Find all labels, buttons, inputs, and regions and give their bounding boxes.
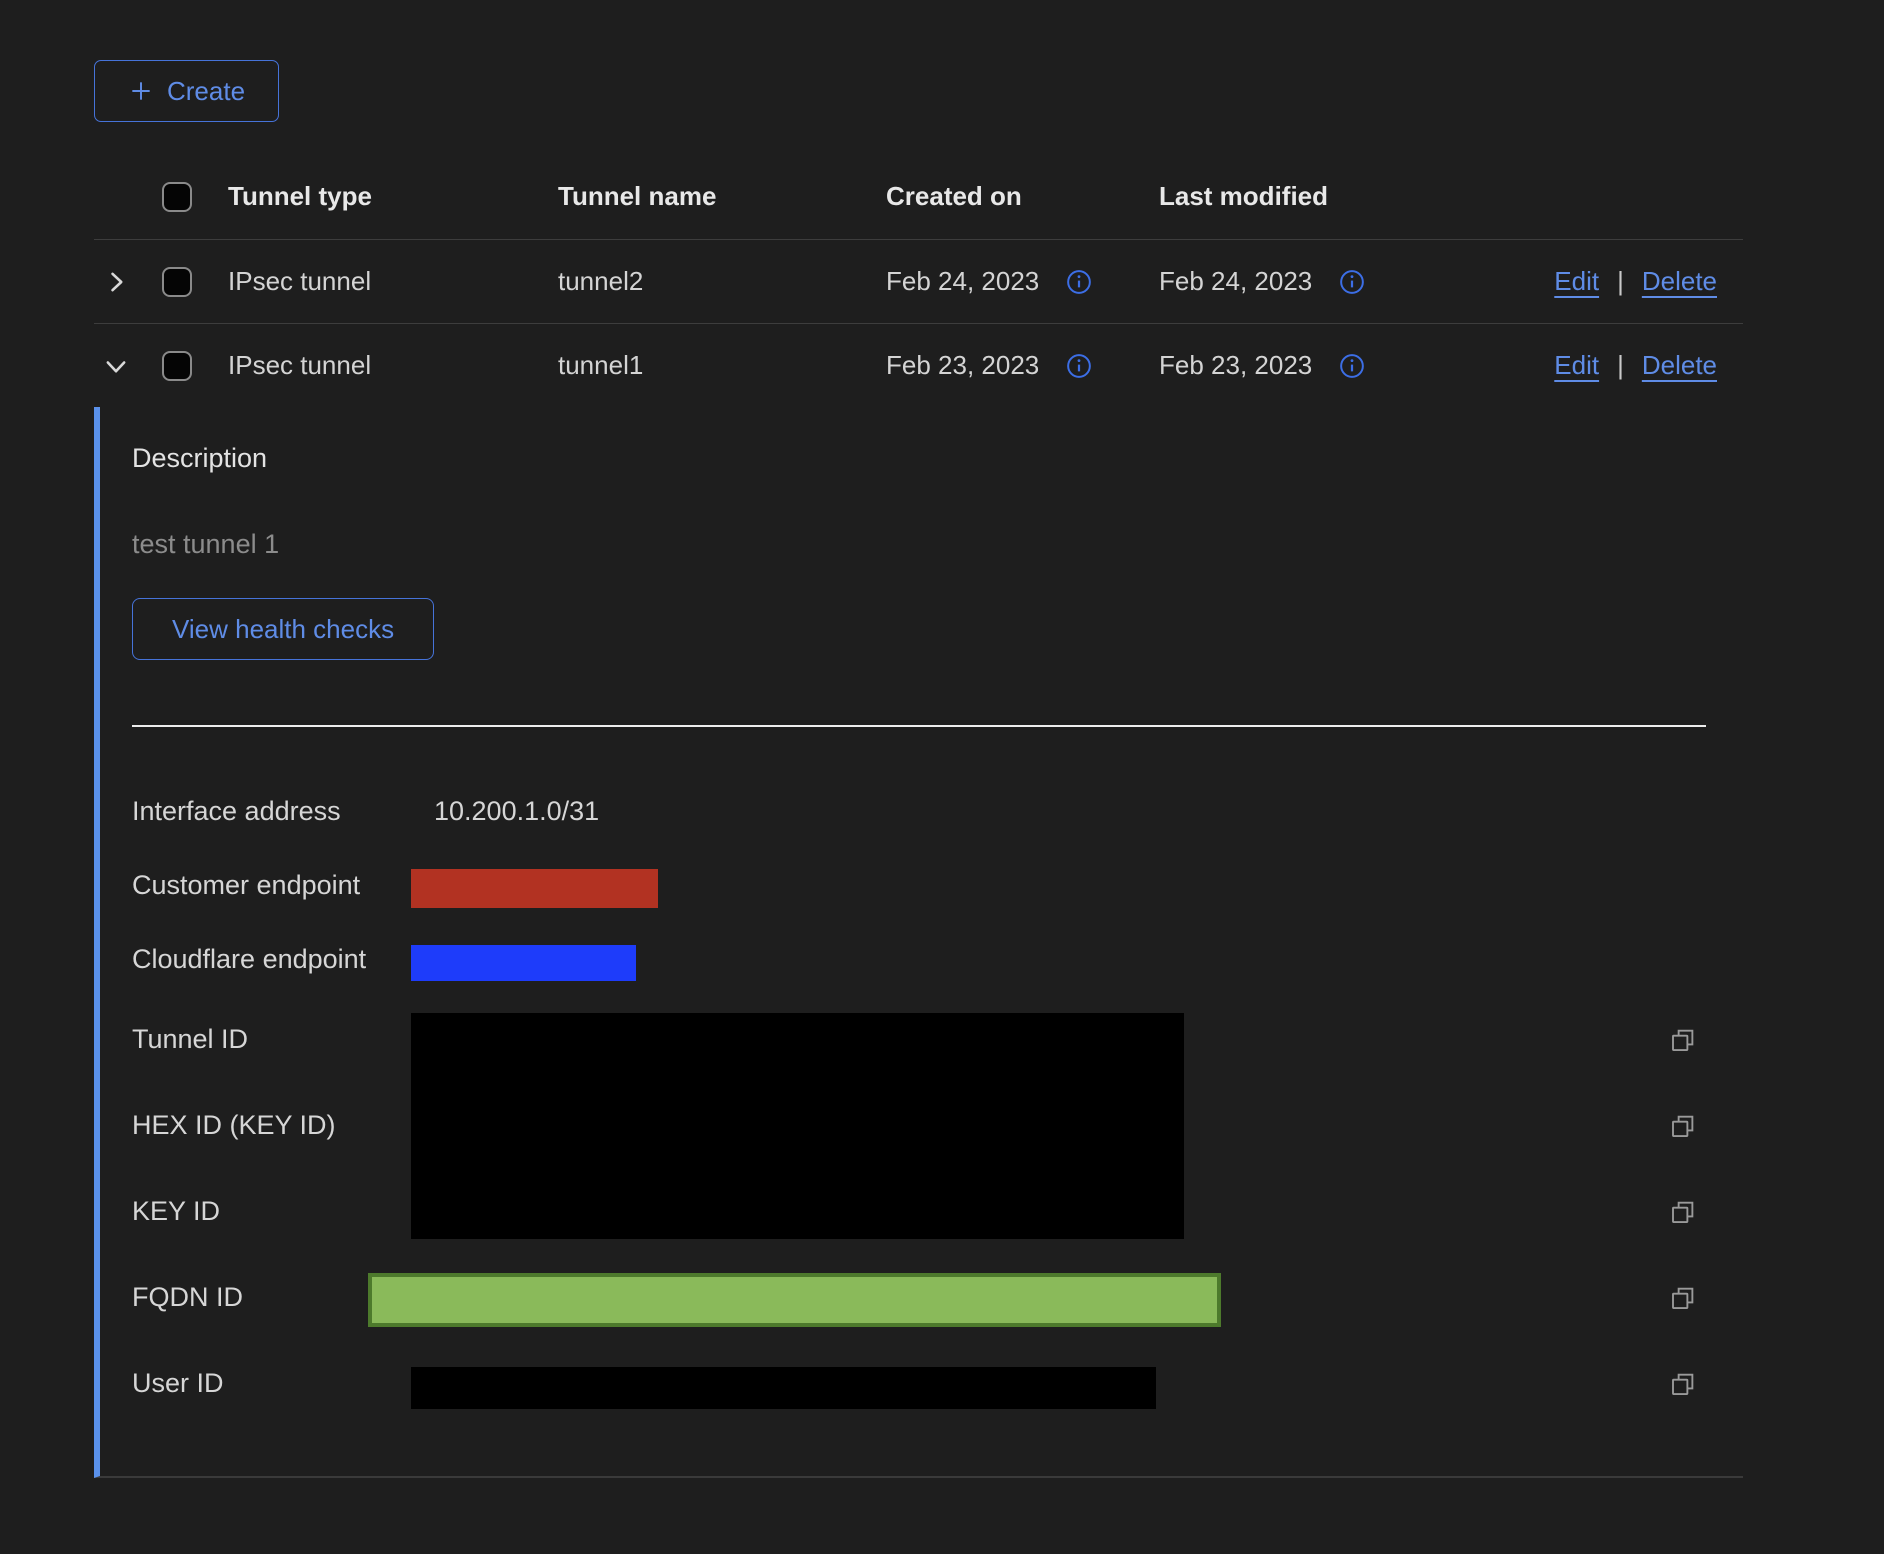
tunnel-detail-panel: Description test tunnel 1 View health ch…	[94, 407, 1743, 1478]
user-id-redacted-value	[411, 1367, 1156, 1409]
delete-link[interactable]: Delete	[1642, 266, 1717, 297]
delete-link[interactable]: Delete	[1642, 350, 1717, 381]
action-separator: |	[1617, 350, 1624, 381]
tunnel-type-cell: IPsec tunnel	[228, 266, 558, 297]
created-on-value: Feb 24, 2023	[886, 266, 1039, 297]
tunnel-name-cell: tunnel2	[558, 266, 886, 297]
table-row-tunnel2: IPsec tunnel tunnel2 Feb 24, 2023 Feb 24…	[94, 240, 1743, 324]
cloudflare-endpoint-label: Cloudflare endpoint	[132, 944, 366, 975]
last-modified-value: Feb 24, 2023	[1159, 266, 1312, 297]
create-button[interactable]: Create	[94, 60, 279, 122]
column-header-last-modified: Last modified	[1159, 181, 1540, 212]
plus-icon	[128, 78, 154, 104]
edit-link[interactable]: Edit	[1554, 350, 1599, 381]
customer-endpoint-redacted-value	[411, 869, 658, 908]
hex-id-label: HEX ID (KEY ID)	[132, 1110, 336, 1141]
copy-icon[interactable]	[1668, 1025, 1698, 1055]
column-header-tunnel-type: Tunnel type	[228, 181, 558, 212]
column-header-created-on: Created on	[886, 181, 1159, 212]
select-all-checkbox[interactable]	[162, 182, 192, 212]
info-icon[interactable]	[1338, 352, 1366, 380]
table-row-tunnel1: IPsec tunnel tunnel1 Feb 23, 2023 Feb 23…	[94, 324, 1743, 407]
customer-endpoint-label: Customer endpoint	[132, 870, 360, 901]
view-health-checks-button[interactable]: View health checks	[132, 598, 434, 660]
create-button-label: Create	[167, 76, 245, 107]
action-separator: |	[1617, 266, 1624, 297]
section-divider	[132, 725, 1706, 727]
tunnel-ids-redacted-value	[411, 1013, 1184, 1239]
info-icon[interactable]	[1338, 268, 1366, 296]
cloudflare-endpoint-redacted-value	[411, 945, 636, 981]
table-header-row: Tunnel type Tunnel name Created on Last …	[94, 154, 1743, 240]
tunnels-table: Tunnel type Tunnel name Created on Last …	[94, 154, 1743, 407]
last-modified-value: Feb 23, 2023	[1159, 350, 1312, 381]
interface-address-label: Interface address	[132, 796, 341, 827]
copy-icon[interactable]	[1668, 1111, 1698, 1141]
description-heading: Description	[132, 443, 267, 474]
tunnel-name-cell: tunnel1	[558, 350, 886, 381]
info-icon[interactable]	[1065, 268, 1093, 296]
tunnels-page: Create Tunnel type Tunnel name Created o…	[0, 0, 1884, 1554]
fqdn-id-redacted-value	[368, 1273, 1221, 1327]
tunnel-type-cell: IPsec tunnel	[228, 350, 558, 381]
row-checkbox[interactable]	[162, 267, 192, 297]
description-value: test tunnel 1	[132, 529, 279, 560]
interface-address-value: 10.200.1.0/31	[434, 796, 599, 827]
edit-link[interactable]: Edit	[1554, 266, 1599, 297]
fqdn-id-label: FQDN ID	[132, 1282, 243, 1313]
user-id-label: User ID	[132, 1368, 224, 1399]
key-id-label: KEY ID	[132, 1196, 220, 1227]
copy-icon[interactable]	[1668, 1283, 1698, 1313]
chevron-right-icon[interactable]	[102, 268, 130, 296]
copy-icon[interactable]	[1668, 1369, 1698, 1399]
chevron-down-icon[interactable]	[102, 352, 130, 380]
column-header-tunnel-name: Tunnel name	[558, 181, 886, 212]
copy-icon[interactable]	[1668, 1197, 1698, 1227]
tunnel-id-label: Tunnel ID	[132, 1024, 248, 1055]
info-icon[interactable]	[1065, 352, 1093, 380]
row-checkbox[interactable]	[162, 351, 192, 381]
created-on-value: Feb 23, 2023	[886, 350, 1039, 381]
